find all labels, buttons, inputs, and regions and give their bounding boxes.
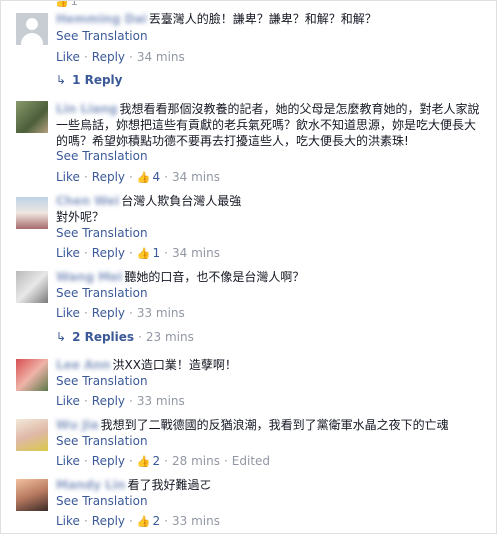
previous-like-count: 👍 1 [55,0,78,8]
comment-text: 我想到了二戰德國的反猶浪潮，我看到了黨衛軍水晶之夜下的亡魂 [100,418,449,432]
comment-body: Wu Jia 我想到了二戰德國的反猶浪潮，我看到了黨衛軍水晶之夜下的亡魂 [56,417,484,433]
reply-comment: Wu Jia 我想到了二戰德國的反猶浪潮，我看到了黨衛軍水晶之夜下的亡魂 See … [1,417,496,473]
like-thumb-icon: 👍 [136,171,151,184]
comment: Chen Wei 台灣人欺負台灣人最強 對外呢？ See Translation … [1,193,496,263]
timestamp[interactable]: 34 mins [172,170,220,184]
comment-actions: Like · Reply · 34 mins [56,50,185,64]
timestamp[interactable]: 33 mins [137,394,185,408]
like-button[interactable]: Like [56,246,80,260]
like-button[interactable]: Like [56,514,80,528]
commenter-name[interactable]: Hemming Dai [56,12,147,26]
like-thumb-icon: 👍 [55,0,69,8]
commenter-name[interactable]: Mandy Lin [56,478,125,492]
reply-button[interactable]: Reply [92,306,125,320]
avatar[interactable] [16,101,48,133]
see-translation-link[interactable]: See Translation [56,286,148,300]
timestamp[interactable]: 33 mins [172,514,220,528]
reply-button[interactable]: Reply [92,246,125,260]
timestamp[interactable]: 34 mins [172,246,220,260]
comment-actions: Like · Reply · 👍 1 · 34 mins [56,246,220,260]
comment-actions: Like · Reply · 👍 2 · 28 mins · Edited [56,454,271,468]
comment-text: 我想看看那個沒教養的記者，她的父母是怎麼教育她的，對老人家說一些烏話，妳想把這些… [56,102,480,148]
commenter-name[interactable]: Lin Liang [56,102,117,116]
comment-text: 丟臺灣人的臉！謙卑？謙卑？和解？和解？ [148,12,377,26]
like-button[interactable]: Like [56,170,80,184]
comment-actions: Like · Reply · 33 mins [56,394,185,408]
like-thumb-icon: 👍 [136,247,151,260]
see-translation-link[interactable]: See Translation [56,494,148,508]
see-translation-link[interactable]: See Translation [56,149,148,163]
like-button[interactable]: Like [56,394,80,408]
commenter-name[interactable]: Wu Jia [56,418,99,432]
commenter-name[interactable]: Lee Ann [56,358,110,372]
avatar[interactable] [16,197,48,229]
comment-actions: Like · Reply · 👍 2 · 33 mins [56,514,220,528]
comment: Wang Mei 聽她的口音，也不像是台灣人啊？ See Translation … [1,269,496,325]
comment-text: 看了我好難過ㄛ [127,478,212,492]
previous-comment-footer: 👍 1 [1,0,496,8]
reply-button[interactable]: Reply [92,170,125,184]
like-count[interactable]: 2 [153,454,161,468]
comment-body: Wang Mei 聽她的口音，也不像是台灣人啊？ [56,269,484,285]
see-translation-link[interactable]: See Translation [56,29,148,43]
reply-button[interactable]: Reply [92,454,125,468]
reply-arrow-icon: ↳ [56,73,67,87]
comment-text-line2: 對外呢？ [56,210,105,224]
commenter-name[interactable]: Chen Wei [56,194,119,208]
comment: Hemming Dai 丟臺灣人的臉！謙卑？謙卑？和解？和解？ See Trans… [1,9,496,71]
comment-actions: Like · Reply · 33 mins [56,306,185,320]
reply-comment: Mandy Lin 看了我好難過ㄛ See Translation Like · Re… [1,477,496,533]
comment-text: 洪XX造口業！造孽啊！ [112,358,237,372]
reply-comment: Lee Ann 洪XX造口業！造孽啊！ See Translation Like ·… [1,357,496,413]
view-replies-link[interactable]: ↳ 2 Replies · 23 mins [56,330,194,344]
timestamp[interactable]: 23 mins [146,330,194,344]
comment-body: Mandy Lin 看了我好難過ㄛ [56,477,484,493]
commenter-name[interactable]: Wang Mei [56,270,122,284]
comments-panel: 👍 1 Hemming Dai 丟臺灣人的臉！謙卑？謙卑？和解？和解？ See Tr… [0,0,497,534]
like-button[interactable]: Like [56,50,80,64]
avatar[interactable] [16,359,48,391]
comment-actions: Like · Reply · 👍 4 · 34 mins [56,170,220,184]
reply-button[interactable]: Reply [92,50,125,64]
like-button[interactable]: Like [56,306,80,320]
comment: Lin Liang 我想看看那個沒教養的記者，她的父母是怎麼教育她的，對老人家說一… [1,99,496,187]
edited-label[interactable]: Edited [232,454,270,468]
like-thumb-icon: 👍 [136,455,151,468]
timestamp[interactable]: 34 mins [137,50,185,64]
comment-text: 聽她的口音，也不像是台灣人啊？ [124,270,305,284]
reply-button[interactable]: Reply [92,514,125,528]
timestamp[interactable]: 33 mins [137,306,185,320]
see-translation-link[interactable]: See Translation [56,374,148,388]
see-translation-link[interactable]: See Translation [56,434,148,448]
view-replies-link[interactable]: ↳ 1 Reply [56,73,123,87]
avatar[interactable] [16,271,48,303]
see-translation-link[interactable]: See Translation [56,226,148,240]
timestamp[interactable]: 28 mins [172,454,220,468]
comment-body: Lee Ann 洪XX造口業！造孽啊！ [56,357,484,373]
comment-body: Hemming Dai 丟臺灣人的臉！謙卑？謙卑？和解？和解？ [56,11,484,27]
like-count[interactable]: 2 [153,514,161,528]
comment-body: Chen Wei 台灣人欺負台灣人最強 對外呢？ [56,193,484,225]
reply-arrow-icon: ↳ [56,330,67,344]
avatar[interactable] [16,13,48,45]
like-button[interactable]: Like [56,454,80,468]
comment-body: Lin Liang 我想看看那個沒教養的記者，她的父母是怎麼教育她的，對老人家說一… [56,101,484,149]
like-count[interactable]: 4 [153,170,161,184]
like-thumb-icon: 👍 [136,515,151,528]
avatar[interactable] [16,479,48,511]
avatar[interactable] [16,419,48,451]
like-count[interactable]: 1 [153,246,161,260]
comment-text: 台灣人欺負台灣人最強 [121,194,242,208]
reply-button[interactable]: Reply [92,394,125,408]
